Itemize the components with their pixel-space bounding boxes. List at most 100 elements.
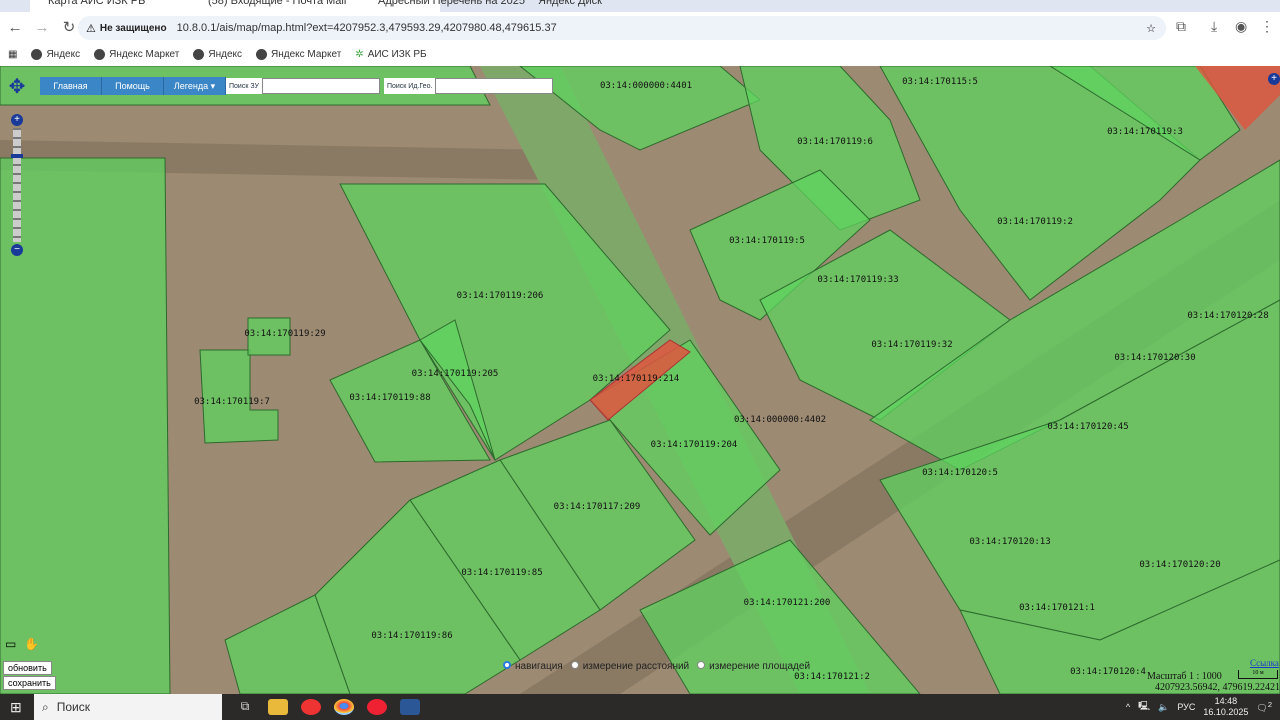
menu-help-button[interactable]: Помощь	[102, 77, 164, 95]
parcel-label[interactable]: 03:14:000000:4402	[734, 415, 826, 425]
parcel-label[interactable]: 03:14:170121:200	[744, 598, 831, 608]
bookmark-ais[interactable]: ✲ АИС ИЗК РБ	[355, 49, 426, 60]
bookmark-yandex-market-2[interactable]: Яндекс Маркет	[256, 48, 341, 60]
parcel-label[interactable]: 03:14:170119:88	[349, 393, 430, 403]
menu-home-button[interactable]: Главная	[40, 77, 102, 95]
parcel-label[interactable]: 03:14:170115:5	[902, 77, 978, 87]
globe-icon	[256, 48, 268, 60]
back-icon[interactable]: ←	[3, 19, 27, 36]
parcel-label[interactable]: 03:14:170119:7	[194, 397, 270, 407]
task-view-icon[interactable]: ⧉	[235, 699, 255, 715]
parcel-label[interactable]: 03:14:170119:206	[457, 291, 544, 301]
parcel-label[interactable]: 03:14:170120:4	[1070, 667, 1146, 677]
profile-icon[interactable]: ◉	[1235, 18, 1247, 35]
word-icon[interactable]	[400, 699, 420, 715]
volume-icon[interactable]: 🔈	[1158, 702, 1169, 713]
parcel-label[interactable]: 03:14:170120:13	[969, 537, 1050, 547]
scale-bar: 10 м	[1238, 670, 1278, 679]
bookmark-yandex-2[interactable]: Яндекс	[193, 48, 242, 60]
zoom-track[interactable]	[13, 128, 21, 242]
tab-strip: Карта АИС ИЗК РБ (58) Входящие - Почта M…	[0, 0, 1280, 12]
scale-text: Масштаб 1 : 1000	[1147, 671, 1222, 682]
parcel-label[interactable]: 03:14:170119:205	[412, 369, 499, 379]
search-zu-input[interactable]	[261, 78, 380, 94]
forward-icon[interactable]: →	[30, 19, 54, 36]
notifications-icon[interactable]: 🗨2	[1256, 700, 1272, 714]
bookmark-yandex-market[interactable]: Яндекс Маркет	[94, 48, 179, 60]
parcel-label[interactable]: 03:14:170120:45	[1047, 422, 1128, 432]
radio-icon[interactable]	[570, 661, 579, 669]
parcel-label[interactable]: 03:14:170119:5	[729, 236, 805, 246]
tab-address-list[interactable]: Адресный Перечень на 2025	[360, 0, 525, 12]
permalink[interactable]: Ссылка	[1250, 658, 1279, 668]
parcel-label[interactable]: 03:14:170120:30	[1114, 353, 1195, 363]
search-icon: ⌕	[42, 699, 49, 714]
radio-icon[interactable]	[697, 661, 706, 669]
mode-distance[interactable]: измерение расстояний	[570, 661, 689, 672]
warning-icon: ⚠	[86, 22, 96, 35]
parcel-label[interactable]: 03:14:170117:209	[554, 502, 641, 512]
search-geo-label: Поиск Ид.Гео.	[383, 78, 436, 94]
tab-mail[interactable]: (58) Входящие - Почта Mail	[190, 0, 346, 12]
taskbar: ⊞ ⌕ Поиск ⧉ ^ 🖳 🔈 РУС 14:48 16.10.2025 🗨2	[0, 694, 1280, 720]
url-text[interactable]: 10.8.0.1/ais/map/map.html?ext=4207952.3,…	[177, 22, 557, 34]
parcel-label[interactable]: 03:14:170119:86	[371, 631, 452, 641]
parcel-label[interactable]: 03:14:170119:6	[797, 137, 873, 147]
mode-area[interactable]: измерение площадей	[697, 661, 810, 672]
yandex-browser-icon[interactable]	[367, 699, 387, 715]
search-geo-input[interactable]	[435, 78, 554, 94]
layer-switcher-icon[interactable]: +	[1268, 73, 1280, 85]
extensions-icon[interactable]: ⧉	[1176, 18, 1186, 35]
save-button[interactable]: сохранить	[3, 676, 56, 690]
chrome-icon[interactable]	[334, 699, 354, 715]
zoom-in-icon[interactable]: +	[11, 114, 23, 126]
menu-icon[interactable]: ⋮	[1260, 18, 1274, 35]
zoom-handle[interactable]	[11, 154, 23, 158]
taskbar-search[interactable]: ⌕ Поиск	[34, 694, 222, 720]
ais-logo-icon: ✲	[355, 48, 364, 60]
download-icon[interactable]: ⤓	[1211, 18, 1217, 35]
insecure-badge[interactable]: Не защищено	[100, 23, 167, 34]
tool-icon[interactable]: ▭	[5, 637, 16, 651]
hand-icon[interactable]: ✋	[24, 637, 39, 651]
parcel-label-selected[interactable]: 03:14:170119:214	[593, 374, 680, 384]
parcel-label[interactable]: 03:14:170119:29	[244, 329, 325, 339]
parcel-label[interactable]: 03:14:170119:204	[651, 440, 738, 450]
language-indicator[interactable]: РУС	[1177, 702, 1195, 712]
zoom-out-icon[interactable]: −	[11, 244, 23, 256]
cursor-coordinates: 4207923.56942, 479619.22421	[1155, 682, 1280, 693]
clock[interactable]: 14:48 16.10.2025	[1203, 696, 1248, 718]
parcel-label[interactable]: 03:14:170119:32	[871, 340, 952, 350]
radio-icon[interactable]	[503, 661, 511, 669]
globe-icon	[193, 48, 205, 60]
network-icon[interactable]: 🖳	[1138, 699, 1150, 715]
explorer-icon[interactable]	[268, 699, 288, 715]
apps-icon[interactable]: ▦	[8, 49, 17, 60]
yandex-icon[interactable]	[301, 699, 321, 715]
windows-start-icon[interactable]: ⊞	[10, 699, 22, 716]
globe-icon	[94, 48, 106, 60]
star-icon[interactable]: ☆	[1146, 22, 1156, 35]
tab-yandex-disk[interactable]: Яндекс Диск	[520, 0, 602, 12]
bookmark-yandex[interactable]: Яндекс	[31, 48, 80, 60]
parcel-label[interactable]: 03:14:170119:2	[997, 217, 1073, 227]
parcel-label[interactable]: 03:14:000000:4401	[600, 81, 692, 91]
parcel-label[interactable]: 03:14:170120:5	[922, 468, 998, 478]
refresh-button[interactable]: обновить	[3, 661, 52, 675]
mode-navigation[interactable]: навигация	[503, 661, 563, 672]
parcel-label[interactable]: 03:14:170120:20	[1139, 560, 1220, 570]
tray-chevron-icon[interactable]: ^	[1126, 702, 1130, 712]
parcel-label[interactable]: 03:14:170121:2	[794, 672, 870, 682]
address-bar-row: ← → ↻ ⚠ Не защищено 10.8.0.1/ais/map/map…	[0, 12, 1280, 42]
parcel-label[interactable]: 03:14:170120:28	[1187, 311, 1268, 321]
zoom-slider[interactable]: + −	[10, 114, 24, 256]
pan-control-icon[interactable]: ✥	[4, 74, 30, 104]
bookmarks-bar: ▦ Яндекс Яндекс Маркет Яндекс Яндекс Мар…	[0, 42, 1280, 66]
globe-icon	[31, 48, 43, 60]
url-bar[interactable]: ⚠ Не защищено 10.8.0.1/ais/map/map.html?…	[78, 16, 1166, 40]
parcel-label[interactable]: 03:14:170119:3	[1107, 127, 1183, 137]
parcel-label[interactable]: 03:14:170119:85	[461, 568, 542, 578]
parcel-label[interactable]: 03:14:170119:33	[817, 275, 898, 285]
menu-legend-button[interactable]: Легенда ▾	[164, 77, 226, 95]
parcel-label[interactable]: 03:14:170121:1	[1019, 603, 1095, 613]
